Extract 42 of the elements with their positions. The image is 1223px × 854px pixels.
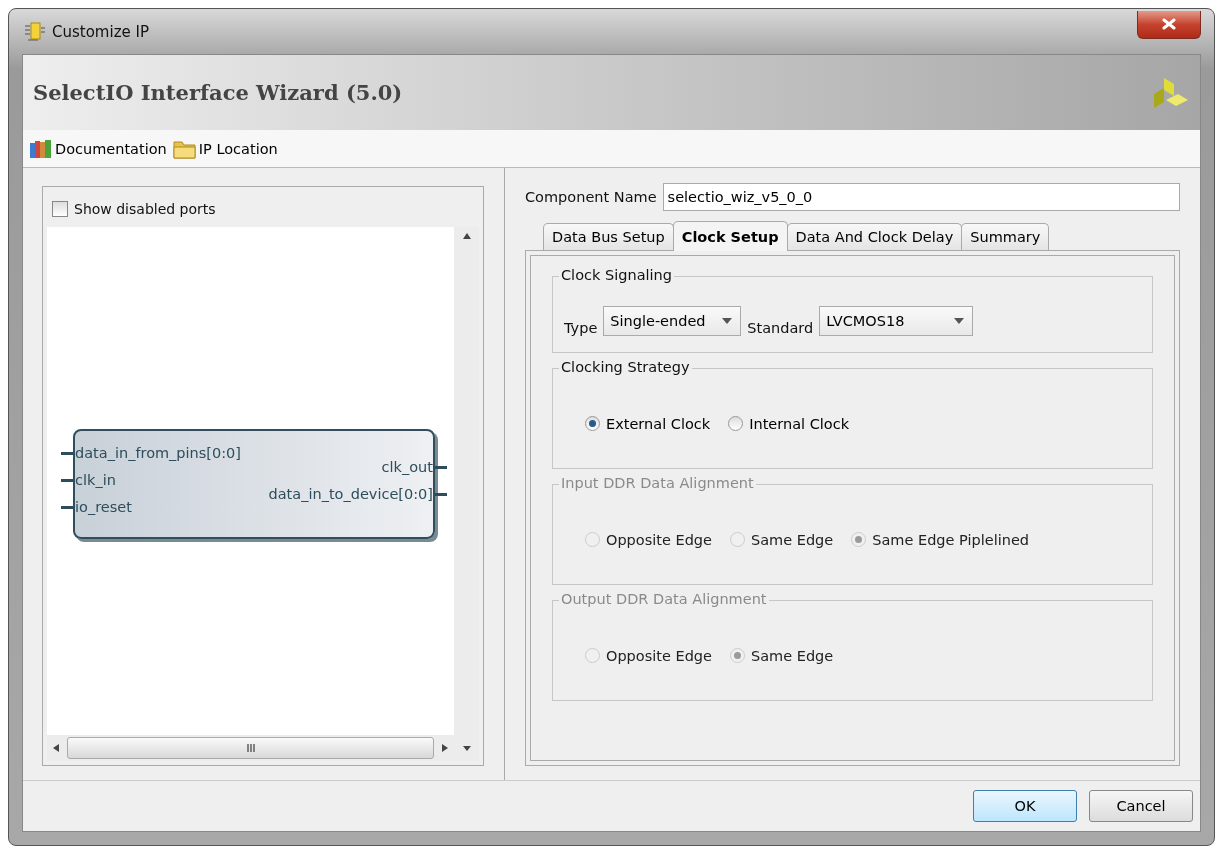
dropdown[interactable]: Single-ended [603,306,742,336]
tab[interactable]: Summary [961,223,1050,250]
port-label: io_reset [75,497,241,518]
dialog-button[interactable]: Cancel [1089,790,1193,822]
scroll-up-icon [462,233,471,239]
tab[interactable]: Data And Clock Delay [786,223,963,250]
field-label: Type [564,320,598,336]
scroll-right-icon [442,744,448,752]
folder-icon [172,138,196,159]
scroll-down-icon [462,745,471,751]
tab[interactable]: Clock Setup [672,221,788,251]
component-name-field[interactable]: selectio_wiz_v5_0_0 [662,183,1180,211]
window-title: Customize IP [52,22,149,41]
scroll-thumb[interactable] [67,737,434,759]
port-label: clk_out [268,457,433,478]
toolbar-button[interactable]: Documentation [29,138,167,159]
books-icon [29,138,52,159]
close-button[interactable] [1137,10,1201,39]
radio-option[interactable]: External Clock [585,415,711,432]
close-icon [1162,18,1176,30]
port-label: data_in_to_device[0:0] [268,484,433,505]
port-label: clk_in [75,470,241,491]
group-title: Output DDR Data Alignment [559,591,769,607]
checkbox[interactable] [52,201,68,217]
grip-icon [246,744,255,752]
dropdown[interactable]: LVCMOS18 [819,306,974,336]
group-title: Clocking Strategy [559,359,692,375]
scroll-left-icon [53,744,59,752]
ip-core-icon [24,21,46,42]
caret-icon [954,318,965,324]
radio-option[interactable]: Internal Clock [728,415,850,432]
toolbar-button[interactable]: IP Location [172,138,278,159]
wizard-title: SelectIO Interface Wizard (5.0) [33,80,403,105]
group-title: Input DDR Data Alignment [559,475,756,491]
field-label: Component Name [525,189,657,205]
group-title: Clock Signaling [559,267,674,283]
port-label: data_in_from_pins[0:0] [75,443,241,464]
checkbox-label: Show disabled ports [74,201,216,217]
field-label: Standard [747,320,814,336]
tab[interactable]: Data Bus Setup [543,223,674,250]
caret-icon [722,318,733,324]
dialog-button[interactable]: OK [973,790,1077,822]
